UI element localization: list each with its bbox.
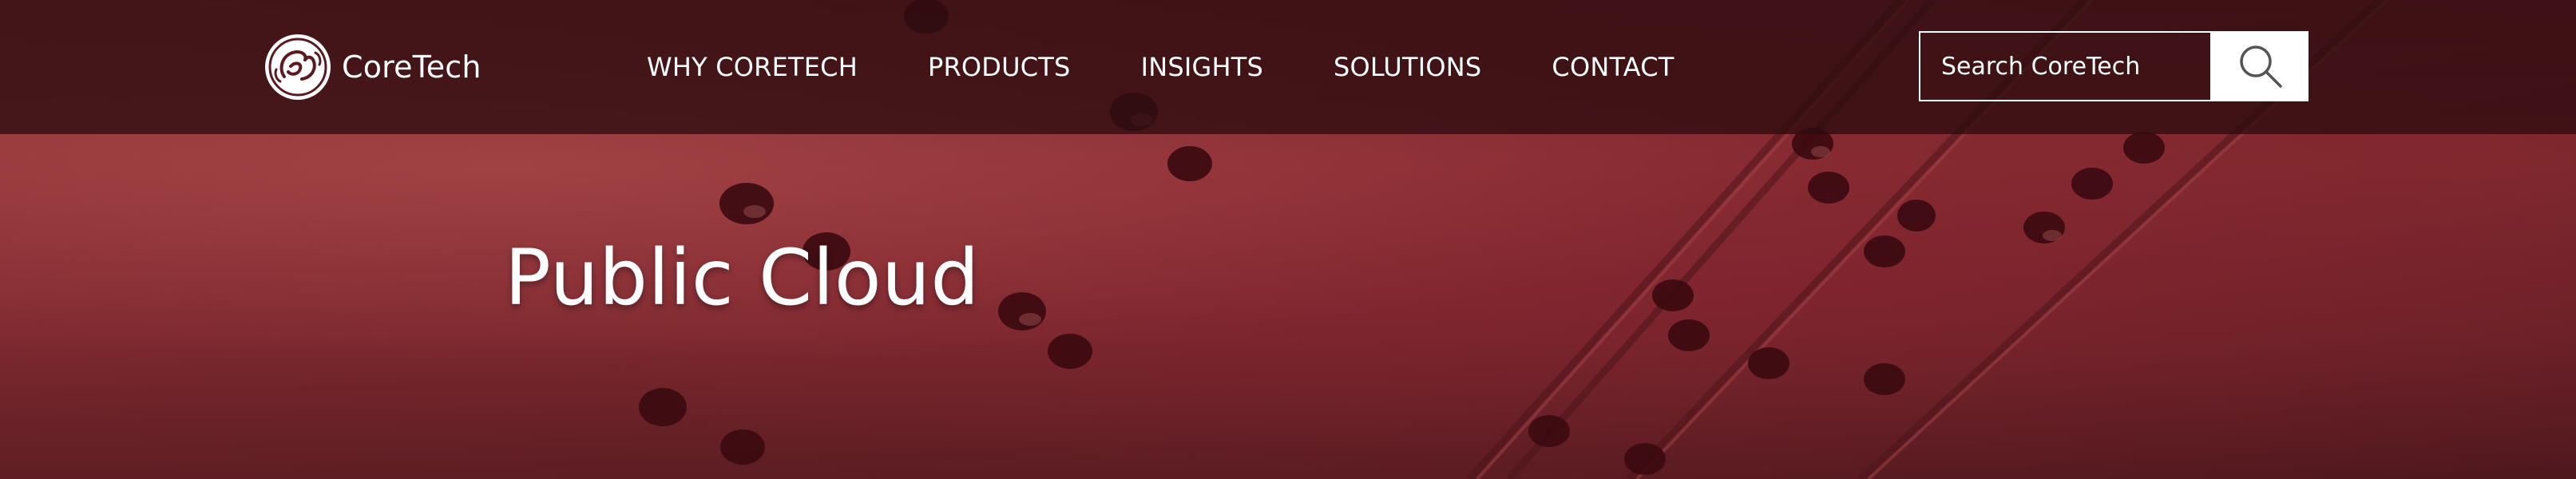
search-form bbox=[1919, 31, 2308, 101]
nav-item-solutions[interactable]: SOLUTIONS bbox=[1334, 52, 1481, 82]
monogram-logo-icon bbox=[265, 34, 331, 100]
nav-item-insights[interactable]: INSIGHTS bbox=[1141, 52, 1263, 82]
page-title: Public Cloud bbox=[505, 233, 980, 323]
nav-item-why-coretech[interactable]: WHY CORETECH bbox=[647, 52, 858, 82]
search-icon bbox=[2239, 46, 2282, 88]
nav-item-contact[interactable]: CONTACT bbox=[1552, 52, 1674, 82]
brand-home-link[interactable]: CoreTech bbox=[264, 33, 482, 101]
top-navigation-bar: CoreTech WHY CORETECH PRODUCTS INSIGHTS … bbox=[0, 0, 2576, 134]
nav-item-products[interactable]: PRODUCTS bbox=[928, 52, 1071, 82]
brand-name: CoreTech bbox=[342, 49, 482, 85]
main-navigation: WHY CORETECH PRODUCTS INSIGHTS SOLUTIONS… bbox=[647, 0, 1674, 134]
search-input[interactable] bbox=[1919, 31, 2212, 101]
page: CoreTech WHY CORETECH PRODUCTS INSIGHTS … bbox=[0, 0, 2576, 479]
search-button[interactable] bbox=[2212, 31, 2308, 101]
